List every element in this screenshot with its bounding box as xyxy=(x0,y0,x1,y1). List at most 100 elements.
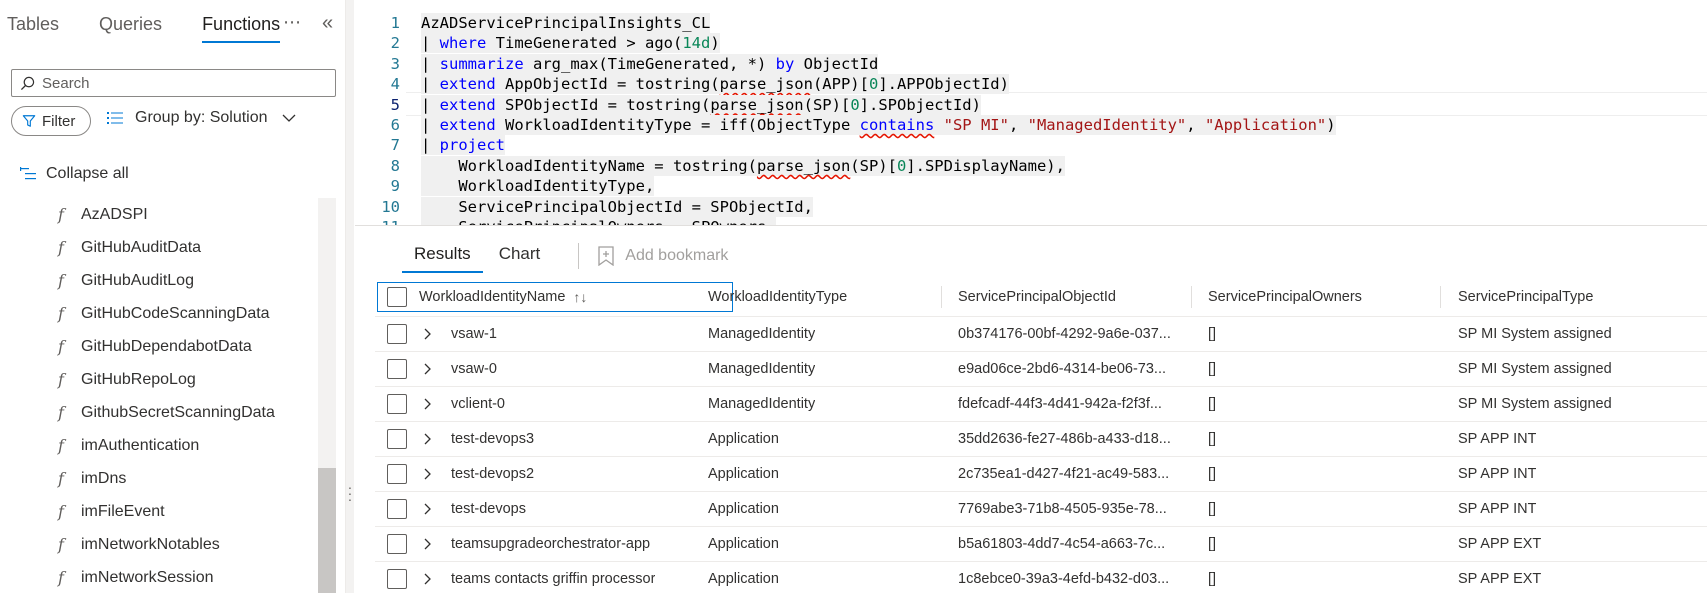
row-checkbox[interactable] xyxy=(387,569,407,589)
row-checkbox[interactable] xyxy=(387,359,407,379)
table-row[interactable]: test-devops3 Application 35dd2636-fe27-486… xyxy=(375,422,1707,457)
table-cell: SP MI System assigned xyxy=(1458,396,1612,412)
tab-queries[interactable]: Queries xyxy=(99,14,162,41)
cell-workload-identity-name: test-devops3 xyxy=(451,431,535,447)
column-divider[interactable] xyxy=(1191,286,1192,308)
function-item[interactable]: f imFileEvent xyxy=(0,495,318,528)
more-options-icon[interactable]: ⋯ xyxy=(283,12,302,33)
row-checkbox[interactable] xyxy=(387,394,407,414)
code-line[interactable]: 10 ServicePrincipalObjectId = SPObjectId… xyxy=(355,196,1707,217)
function-item[interactable]: f imNetworkNotables xyxy=(0,528,318,561)
row-checkbox-cell xyxy=(387,492,407,526)
line-number: 4 xyxy=(390,75,400,94)
function-item[interactable]: f GitHubDependabotData xyxy=(0,330,318,363)
function-item[interactable]: f imNetworkSession xyxy=(0,561,318,593)
table-row[interactable]: vsaw-1 ManagedIdentity 0b374176-00bf-4292-… xyxy=(375,317,1707,352)
column-divider[interactable] xyxy=(941,286,942,308)
table-cell: ManagedIdentity xyxy=(708,396,816,412)
row-checkbox-cell xyxy=(387,527,407,561)
add-bookmark-button[interactable]: Add bookmark xyxy=(597,246,728,266)
function-item[interactable]: f imAuthentication xyxy=(0,429,318,462)
group-by-dropdown[interactable]: Group by: Solution xyxy=(107,109,296,127)
code-line[interactable]: 8 WorkloadIdentityName = tostring(parse_… xyxy=(355,155,1707,176)
chevron-right-icon[interactable] xyxy=(422,422,432,456)
header-workload-identity-type[interactable]: WorkloadIdentityType xyxy=(708,278,847,316)
function-item[interactable]: f AzADSPI xyxy=(0,198,318,231)
table-row[interactable]: teamsupgradeorchestrator-app Application b… xyxy=(375,527,1707,562)
table-cell: ManagedIdentity xyxy=(708,361,816,377)
chevron-right-icon[interactable] xyxy=(422,387,432,421)
table-row[interactable]: test-devops Application 7769abe3-71b8-4505… xyxy=(375,492,1707,527)
chevron-right-icon[interactable] xyxy=(422,492,432,526)
table-cell: Application xyxy=(708,431,779,447)
table-cell: 0b374176-00bf-4292-9a6e-037... xyxy=(958,326,1171,342)
line-number: 11 xyxy=(355,217,400,225)
chevron-right-icon[interactable] xyxy=(422,457,432,491)
header-service-principal-owners[interactable]: ServicePrincipalOwners xyxy=(1208,278,1362,316)
row-checkbox[interactable] xyxy=(387,429,407,449)
chevron-right-icon[interactable] xyxy=(422,562,432,593)
code-line[interactable]: 6 | extend WorkloadIdentityType = iff(Obj… xyxy=(355,115,1707,135)
header-service-principal-object-id[interactable]: ServicePrincipalObjectId xyxy=(958,278,1116,316)
line-number: 7 xyxy=(390,136,400,155)
header-service-principal-type[interactable]: ServicePrincipalType xyxy=(1458,278,1593,316)
code-line[interactable]: 11 ServicePrincipalOwners = SPOwners, xyxy=(355,217,1707,225)
tab-functions[interactable]: Functions xyxy=(202,14,281,43)
code-line[interactable]: 5 | extend SPObjectId = tostring(parse_js… xyxy=(355,94,1707,115)
row-checkbox[interactable] xyxy=(387,534,407,554)
tab-chart[interactable]: Chart xyxy=(487,239,553,273)
row-checkbox[interactable] xyxy=(387,499,407,519)
function-item[interactable]: f GitHubRepoLog xyxy=(0,363,318,396)
code-text: | where TimeGenerated > ago(14d) xyxy=(421,33,720,54)
tab-tables[interactable]: Tables xyxy=(7,14,59,41)
group-by-label: Group by: Solution xyxy=(135,109,268,126)
sort-icon[interactable]: ↑↓ xyxy=(573,289,587,305)
grid-header: WorkloadIdentityName ↑↓ WorkloadIdentity… xyxy=(375,278,1707,317)
code-line[interactable]: 3 | summarize arg_max(TimeGenerated, *) b… xyxy=(355,53,1707,74)
function-item[interactable]: f GitHubCodeScanningData xyxy=(0,297,318,330)
function-item[interactable]: f imDns xyxy=(0,462,318,495)
code-line[interactable]: 2 | where TimeGenerated > ago(14d) xyxy=(355,33,1707,54)
code-line[interactable]: 1 AzADServicePrincipalInsights_CL xyxy=(355,13,1707,33)
collapse-all-button[interactable]: Collapse all xyxy=(20,165,129,183)
code-line[interactable]: 4 | extend AppObjectId = tostring(parse_j… xyxy=(355,74,1707,95)
function-name: imNetworkNotables xyxy=(81,535,220,553)
chevron-right-icon[interactable] xyxy=(422,527,432,561)
splitter-grip-icon[interactable]: · · · xyxy=(347,480,353,506)
table-row[interactable]: test-devops2 Application 2c735ea1-d427-4f2… xyxy=(375,457,1707,492)
collapse-all-icon xyxy=(20,167,36,180)
collapse-panel-icon[interactable]: « xyxy=(322,12,333,35)
row-checkbox[interactable] xyxy=(387,464,407,484)
function-name: GitHubAuditData xyxy=(81,238,202,256)
function-icon: f xyxy=(58,238,64,257)
tab-results[interactable]: Results xyxy=(402,239,483,273)
line-number: 1 xyxy=(390,14,400,32)
scrollbar-thumb[interactable] xyxy=(318,468,336,593)
line-number: 9 xyxy=(390,177,400,196)
search-input[interactable] xyxy=(42,74,322,92)
chevron-right-icon[interactable] xyxy=(422,352,432,386)
column-divider[interactable] xyxy=(1440,286,1441,308)
filter-label: Filter xyxy=(42,112,76,130)
filter-button[interactable]: Filter xyxy=(11,106,91,136)
table-row[interactable]: vsaw-0 ManagedIdentity e9ad06ce-2bd6-4314-… xyxy=(375,352,1707,387)
row-checkbox[interactable] xyxy=(387,324,407,344)
table-row[interactable]: teams contacts griffin processor Applicat… xyxy=(375,562,1707,593)
results-tabs: Results Chart Add bookmark xyxy=(402,239,728,273)
select-all-checkbox[interactable] xyxy=(387,287,407,307)
search-icon xyxy=(12,76,42,91)
table-row[interactable]: vclient-0 ManagedIdentity fdefcadf-44f3-4d… xyxy=(375,387,1707,422)
code-text: AzADServicePrincipalInsights_CL xyxy=(421,13,711,33)
function-icon: f xyxy=(58,535,64,554)
code-line[interactable]: 7 | project xyxy=(355,135,1707,156)
function-item[interactable]: f GithubSecretScanningData xyxy=(0,396,318,429)
code-line[interactable]: 9 WorkloadIdentityType, xyxy=(355,176,1707,197)
function-item[interactable]: f GitHubAuditData xyxy=(0,231,318,264)
query-editor[interactable]: 1 AzADServicePrincipalInsights_CL 2 | where… xyxy=(355,0,1707,225)
header-workload-identity-name[interactable]: WorkloadIdentityName ↑↓ xyxy=(419,278,587,316)
function-icon: f xyxy=(58,271,64,290)
header-label: WorkloadIdentityName xyxy=(419,289,566,305)
chevron-right-icon[interactable] xyxy=(422,317,432,351)
cell-workload-identity-name: vsaw-1 xyxy=(451,326,497,342)
function-item[interactable]: f GitHubAuditLog xyxy=(0,264,318,297)
